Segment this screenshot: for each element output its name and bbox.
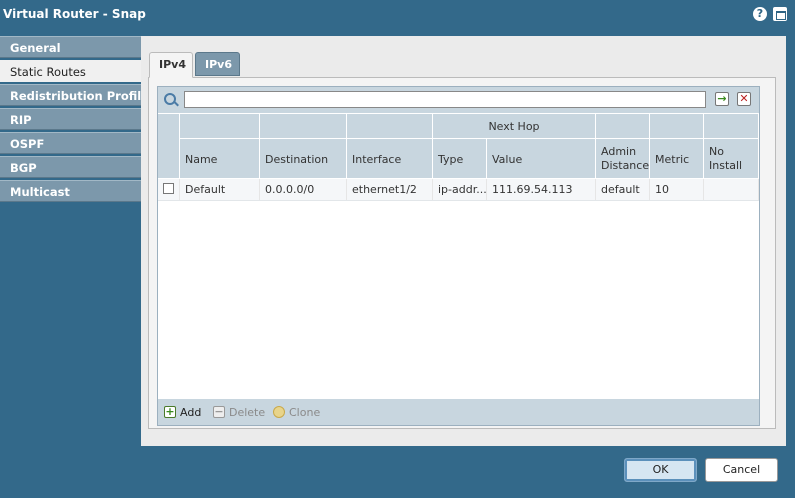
column-header-value[interactable]: Value [487, 139, 596, 179]
column-header-no-install[interactable]: No Install [704, 139, 759, 179]
sidebar-item-static-routes[interactable]: Static Routes [0, 60, 141, 82]
cell-interface: ethernet1/2 [347, 179, 433, 200]
window-title: Virtual Router - Snap [3, 7, 146, 21]
maximize-icon[interactable] [773, 7, 787, 21]
cell-metric: 10 [650, 179, 704, 200]
sidebar-item-general[interactable]: General [0, 36, 141, 58]
row-checkbox[interactable] [163, 183, 174, 194]
header-spacer [596, 114, 650, 139]
cell-type: ip-addr... [433, 179, 487, 200]
cell-destination: 0.0.0.0/0 [260, 179, 347, 200]
header-spacer [180, 114, 260, 139]
cancel-button[interactable]: Cancel [705, 458, 778, 482]
delete-button[interactable]: − Delete [213, 405, 265, 420]
clone-button[interactable]: Clone [273, 405, 320, 420]
cell-admin-distance: default [596, 179, 650, 200]
routes-table: Next Hop Name Destination Interface Type… [158, 114, 759, 373]
table-toolbar: + Add − Delete Clone [158, 399, 759, 425]
main-content: IPv4 IPv6 → ✕ Next Hop Name Destination … [141, 36, 786, 446]
cell-no-install [704, 179, 759, 200]
apply-filter-button[interactable]: → [715, 92, 729, 106]
column-header-name[interactable]: Name [180, 139, 260, 179]
cell-value: 111.69.54.113 [487, 179, 596, 200]
column-header-interface[interactable]: Interface [347, 139, 433, 179]
arrow-right-icon: → [717, 92, 727, 105]
column-header-metric[interactable]: Metric [650, 139, 704, 179]
search-icon [164, 93, 176, 105]
minus-icon: − [213, 405, 225, 418]
clone-icon [273, 406, 285, 418]
sidebar: General Static Routes Redistribution Pro… [0, 36, 156, 204]
column-header-destination[interactable]: Destination [260, 139, 347, 179]
header-spacer [347, 114, 433, 139]
header-spacer [260, 114, 347, 139]
close-icon: ✕ [739, 92, 749, 105]
header-spacer [704, 114, 759, 139]
cell-name[interactable]: Default [180, 179, 260, 200]
ok-button[interactable]: OK [624, 458, 697, 482]
row-select-cell [158, 179, 180, 200]
sidebar-item-ospf[interactable]: OSPF [0, 132, 141, 154]
sidebar-item-rip[interactable]: RIP [0, 108, 141, 130]
sidebar-item-bgp[interactable]: BGP [0, 156, 141, 178]
header-spacer [650, 114, 704, 139]
dialog-window: Virtual Router - Snap ? General Static R… [0, 0, 795, 498]
column-group-next-hop: Next Hop [433, 114, 596, 139]
tab-ipv6[interactable]: IPv6 [195, 52, 240, 76]
clear-filter-button[interactable]: ✕ [737, 92, 751, 106]
select-column-header [158, 114, 180, 179]
add-button[interactable]: + Add [164, 405, 206, 420]
search-bar: → ✕ [158, 87, 759, 113]
column-header-admin-distance[interactable]: Admin Distance [596, 139, 650, 179]
tab-panel: → ✕ Next Hop Name Destination Interface … [148, 77, 776, 429]
sidebar-item-redistribution-profiles[interactable]: Redistribution Profiles [0, 84, 156, 106]
title-bar: Virtual Router - Snap ? [0, 0, 795, 30]
tab-ipv4[interactable]: IPv4 [149, 52, 193, 78]
routes-grid-container: → ✕ Next Hop Name Destination Interface … [157, 86, 760, 426]
table-row[interactable]: Default 0.0.0.0/0 ethernet1/2 ip-addr...… [158, 179, 759, 201]
plus-icon: + [164, 405, 176, 418]
help-icon[interactable]: ? [753, 7, 767, 21]
search-input[interactable] [184, 91, 706, 108]
sidebar-item-multicast[interactable]: Multicast [0, 180, 141, 202]
column-header-type[interactable]: Type [433, 139, 487, 179]
